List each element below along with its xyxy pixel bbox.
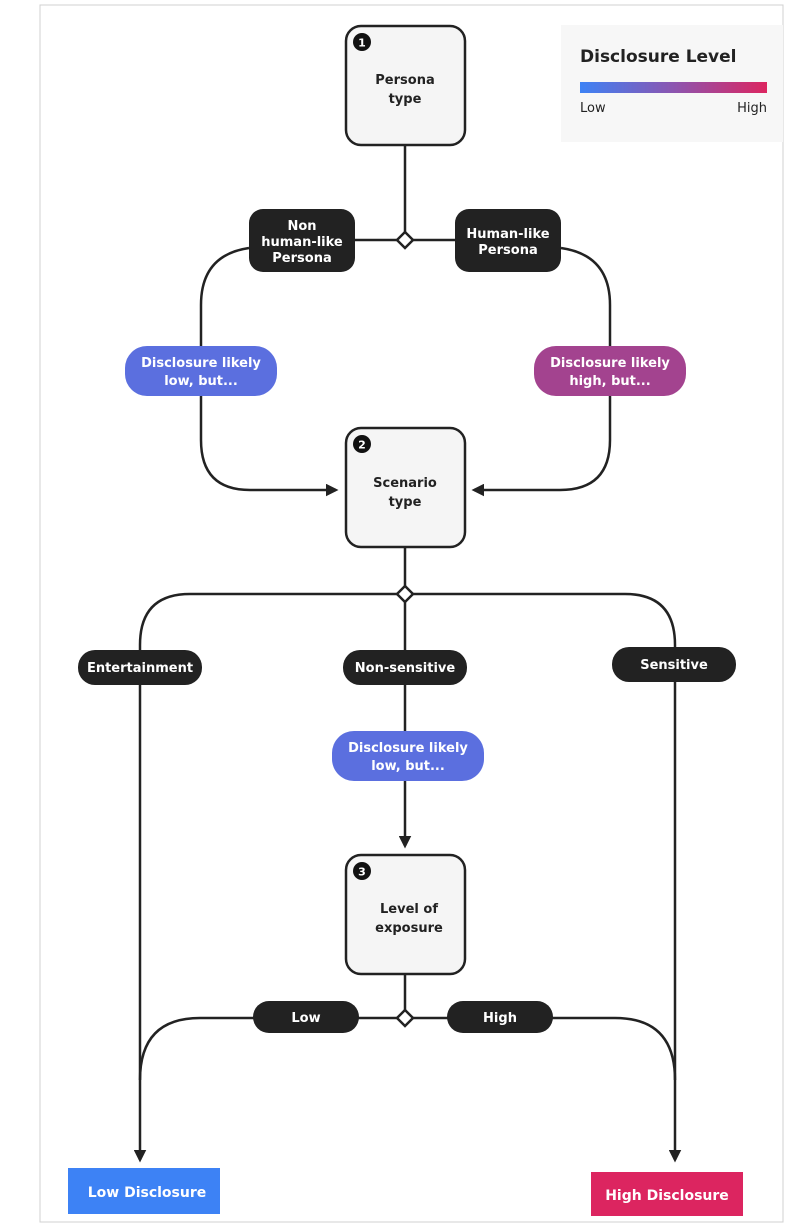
label-text: Level of <box>380 902 438 917</box>
label-text: Entertainment <box>87 661 193 676</box>
label-text: Human-like <box>466 227 549 242</box>
label-text: 3 <box>358 866 366 879</box>
node-persona-type: 1 Persona type <box>344 24 467 147</box>
label-text: Persona <box>478 243 537 258</box>
label-text: Low Disclosure <box>88 1185 207 1201</box>
label-text: High <box>483 1011 517 1026</box>
label-text: Low <box>291 1011 320 1026</box>
branch-entertainment: Entertainment <box>78 650 202 685</box>
node-level-of-exposure: 3 Level of exposure <box>344 853 467 976</box>
branch-human-like-persona: Human-like Persona <box>455 209 561 272</box>
outcome-low-disclosure: Low Disclosure <box>68 1168 220 1214</box>
label-text: human-like <box>261 235 343 250</box>
label-text: Non-sensitive <box>355 661 456 676</box>
label-text: 1 <box>358 37 366 50</box>
branch-non-human-like-persona: Non human-like Persona <box>249 209 355 272</box>
label-text: low, but... <box>164 374 238 389</box>
legend-high-label: High <box>737 101 767 116</box>
label-text: Disclosure likely <box>550 356 670 371</box>
label-text: High Disclosure <box>605 1188 729 1204</box>
label-text: Disclosure likely <box>141 356 261 371</box>
legend-low-label: Low <box>580 101 606 116</box>
label-text: Persona <box>375 73 434 88</box>
label-text: high, but... <box>569 374 650 389</box>
note-human-disclosure-high: Disclosure likely high, but... <box>534 346 686 396</box>
label-text: Disclosure likely <box>348 741 468 756</box>
label-text: Persona <box>272 251 331 266</box>
node-scenario-type: 2 Scenario type <box>344 426 467 549</box>
branch-non-sensitive: Non-sensitive <box>343 650 467 685</box>
label-text: Non <box>287 219 316 234</box>
legend-gradient-bar <box>580 82 767 93</box>
outcome-high-disclosure: High Disclosure <box>591 1172 743 1216</box>
legend-title: Disclosure Level <box>580 47 737 67</box>
legend: Disclosure Level Low High <box>561 25 783 142</box>
label-text: exposure <box>375 921 443 936</box>
label-text: low, but... <box>371 759 445 774</box>
branch-low: Low <box>253 1001 359 1033</box>
branch-sensitive: Sensitive <box>612 647 736 682</box>
branch-high: High <box>447 1001 553 1033</box>
label-text: type <box>389 495 422 510</box>
label-text: Scenario <box>373 476 437 491</box>
note-non-sensitive-disclosure-low: Disclosure likely low, but... <box>332 731 484 781</box>
label-text: Sensitive <box>640 658 708 673</box>
note-non-human-disclosure-low: Disclosure likely low, but... <box>125 346 277 396</box>
label-text: type <box>389 92 422 107</box>
label-text: 2 <box>358 439 366 452</box>
flow-diagram: Disclosure Level Low High 1 Persona type… <box>39 4 784 1223</box>
